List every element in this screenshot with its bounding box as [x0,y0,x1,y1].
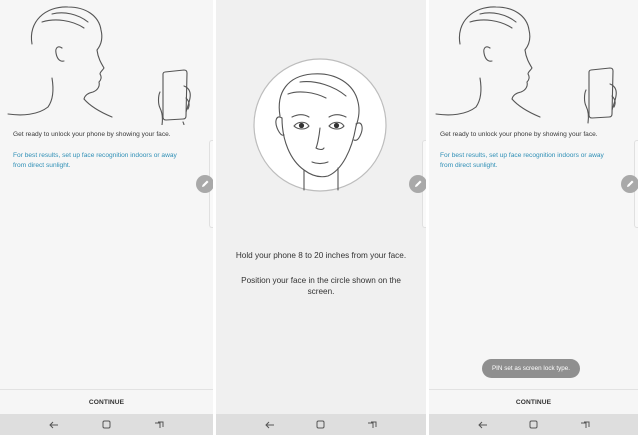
continue-bar: CONTINUE [429,389,638,414]
edge-panel-handle[interactable] [621,175,638,193]
recents-button[interactable] [151,419,167,431]
pencil-icon [627,180,634,187]
recents-icon [368,421,377,428]
back-arrow-icon [477,421,487,428]
face-setup-screen-2: Hold your phone 8 to 20 inches from your… [216,0,426,435]
best-results-tip-line2: from direct sunlight. [440,162,498,169]
back-button[interactable] [262,419,278,431]
edge-panel-handle[interactable] [196,175,213,193]
pencil-icon [202,180,209,187]
back-arrow-icon [264,421,274,428]
continue-button[interactable]: CONTINUE [516,399,551,406]
recents-button[interactable] [364,419,380,431]
home-square-icon [102,420,111,429]
edge-panel-handle[interactable] [409,175,426,193]
navigation-bar [429,414,638,435]
position-instruction-line1: Position your face in the circle shown o… [241,276,401,285]
distance-instruction: Hold your phone 8 to 20 inches from your… [235,251,407,260]
navigation-bar [0,414,213,435]
face-unlock-illustration [435,6,617,124]
navigation-bar [216,414,426,435]
get-ready-message: Get ready to unlock your phone by showin… [440,131,598,138]
back-arrow-icon [49,421,59,428]
best-results-tip-line1: For best results, set up face recognitio… [440,152,604,159]
recents-icon [154,421,164,428]
position-instruction-line2: screen. [307,287,335,296]
home-button[interactable] [313,419,329,431]
face-setup-screen-1: Get ready to unlock your phone by showin… [0,0,213,435]
best-results-tip-line1: For best results, set up face recognitio… [13,152,177,159]
pencil-icon [415,180,422,187]
face-unlock-illustration [7,6,191,125]
continue-button[interactable]: CONTINUE [89,399,124,406]
recents-button[interactable] [577,419,593,431]
best-results-tip-line2: from direct sunlight. [13,162,71,169]
recents-icon [580,421,589,428]
get-ready-message: Get ready to unlock your phone by showin… [13,131,171,138]
back-button[interactable] [475,419,491,431]
home-square-icon [316,420,325,429]
continue-bar: CONTINUE [0,389,213,414]
face-setup-screen-3: Get ready to unlock your phone by showin… [429,0,638,435]
back-button[interactable] [46,419,62,431]
home-button[interactable] [526,419,542,431]
toast-notification: PIN set as screen lock type. [482,359,580,378]
home-button[interactable] [98,419,114,431]
face-position-circle-illustration [253,58,387,192]
home-square-icon [529,420,538,429]
